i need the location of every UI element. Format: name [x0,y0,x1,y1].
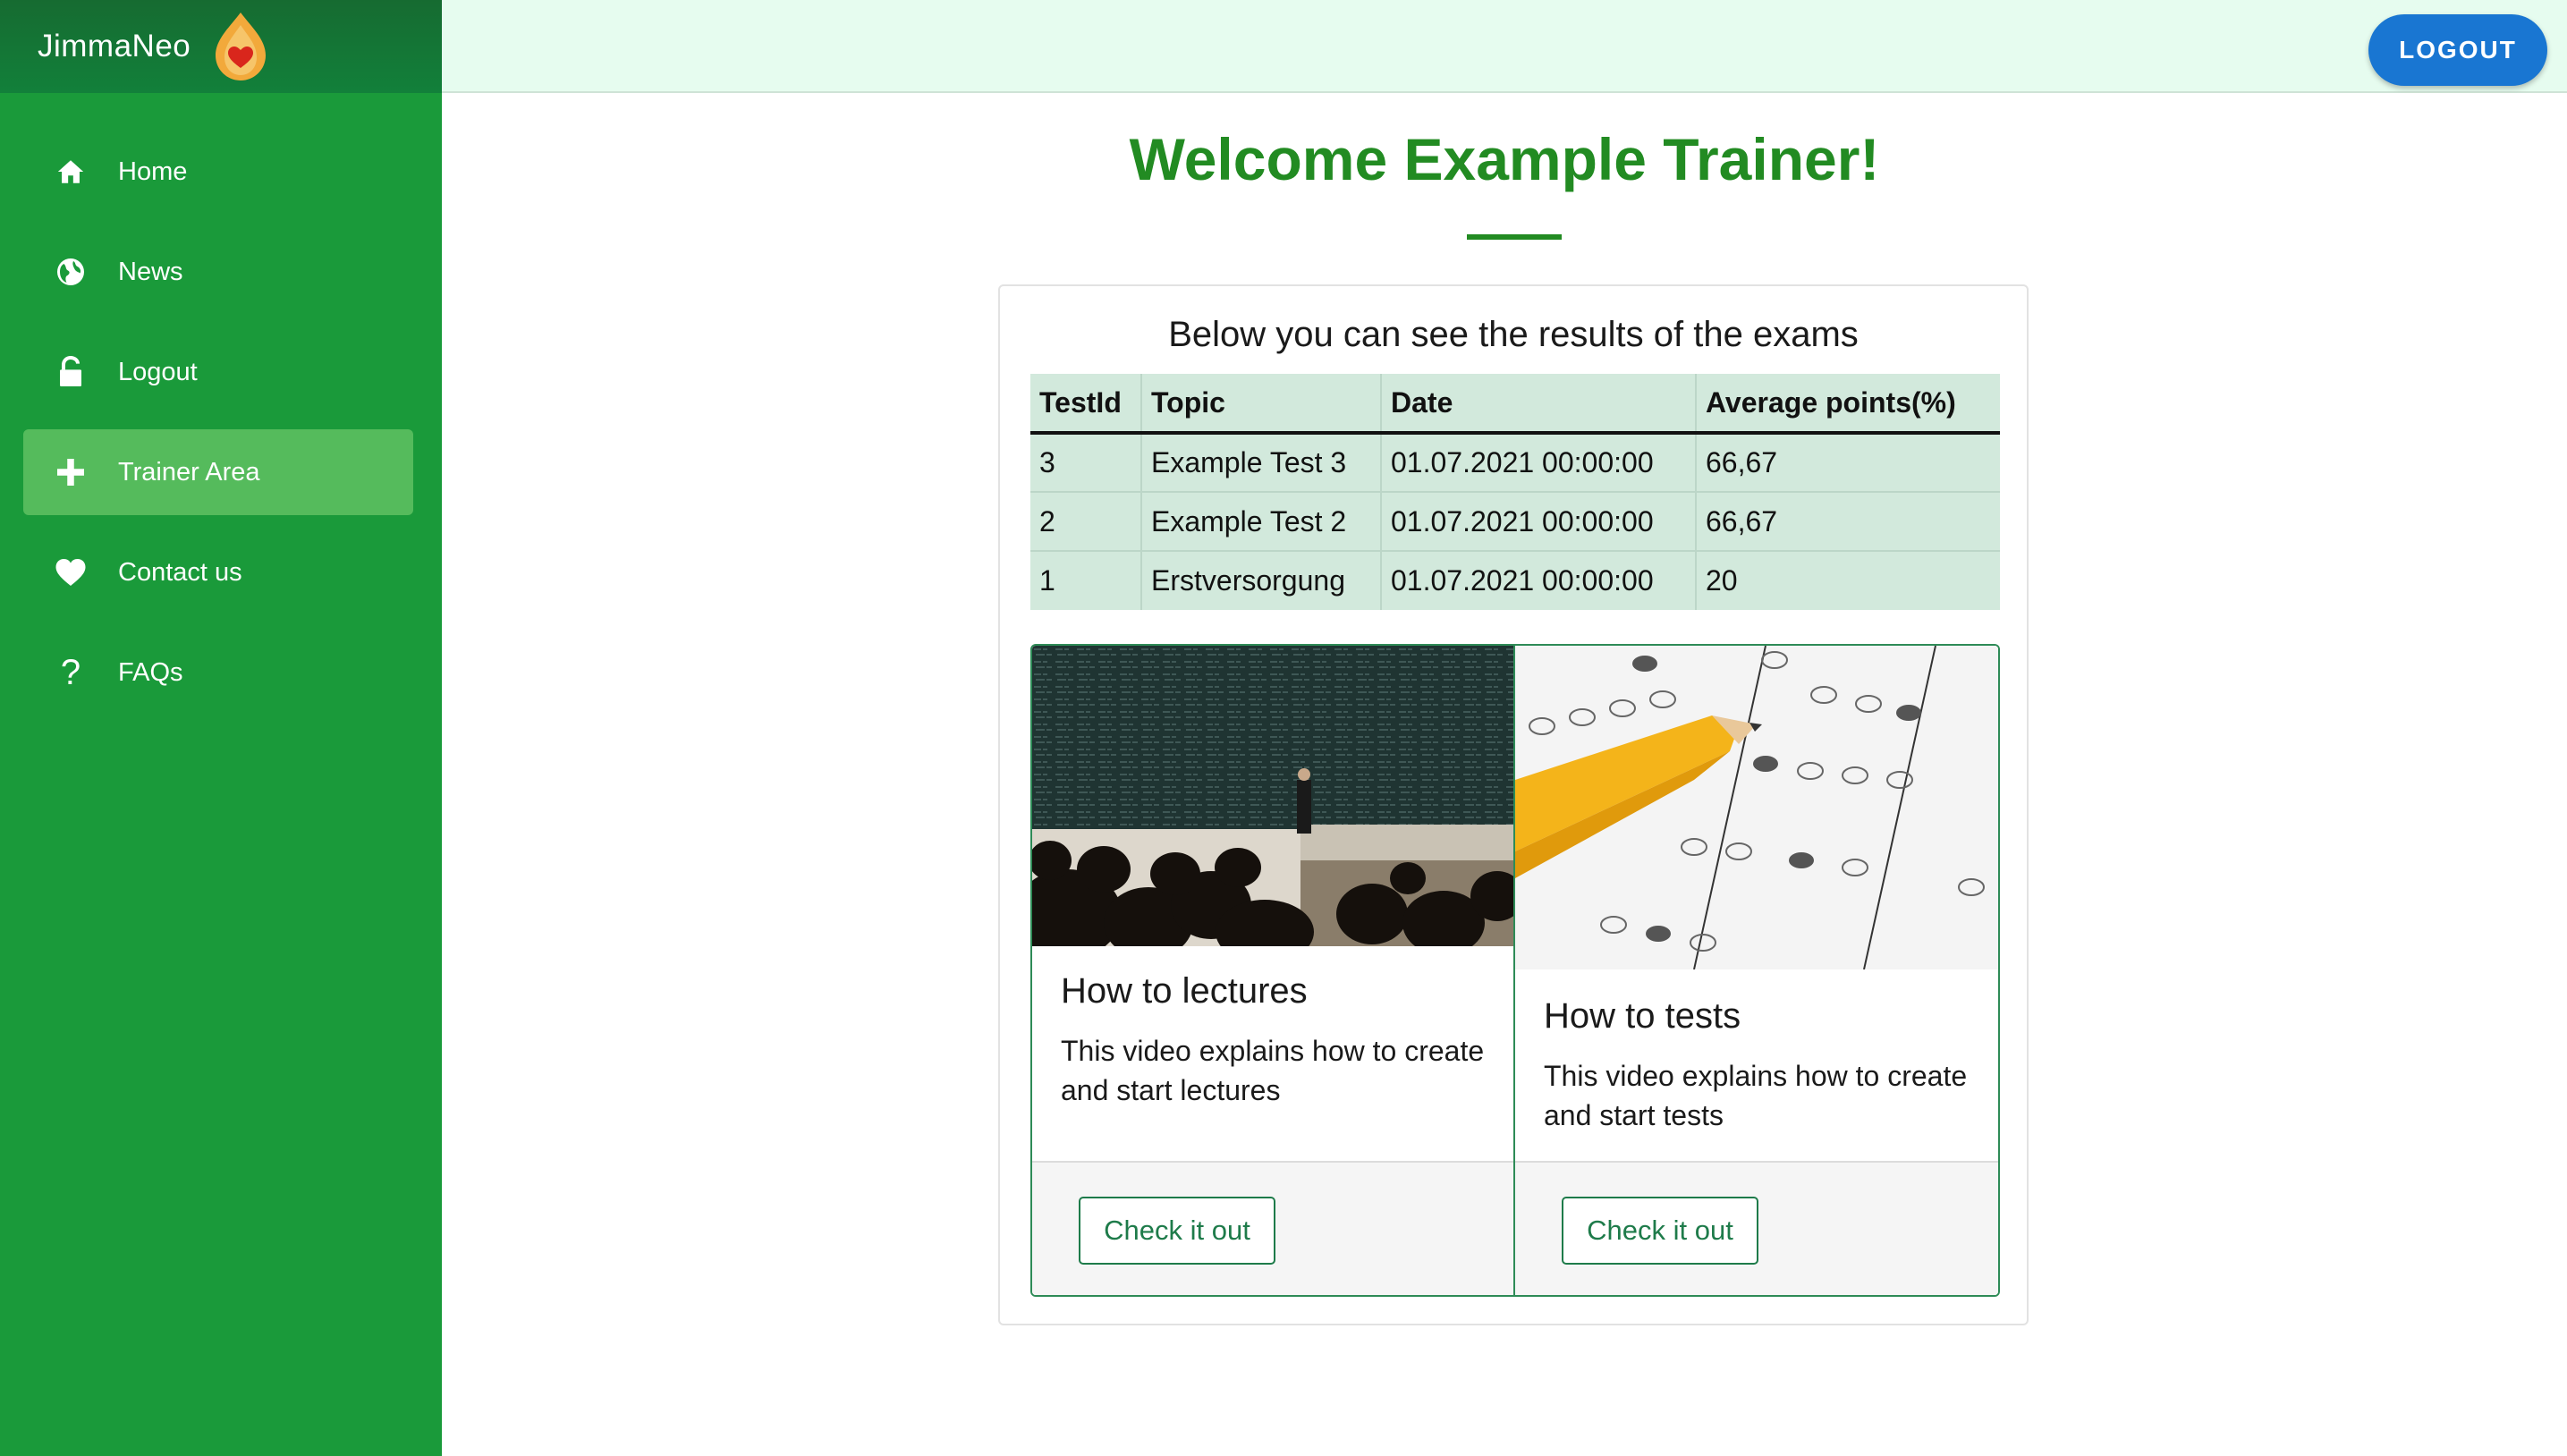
lock-icon [50,351,91,393]
table-row: 3 Example Test 3 01.07.2021 00:00:00 66,… [1030,432,2000,492]
card-title: How to tests [1544,996,1741,1036]
globe-icon [50,251,91,292]
table-cell: 01.07.2021 00:00:00 [1381,550,1697,610]
home-icon [50,151,91,192]
title-underline [1467,234,1562,240]
main-content: Welcome Example Trainer! Below you can s… [442,93,2567,1456]
sidebar-item-label: Contact us [118,557,242,587]
table-row: 2 Example Test 2 01.07.2021 00:00:00 66,… [1030,491,2000,551]
top-bar: LOGOUT [442,0,2567,93]
column-header: Topic [1141,374,1382,435]
table-cell: 66,67 [1696,491,2000,551]
table-cell: 2 [1030,491,1142,551]
answer-sheet-image [1515,646,1998,969]
card-footer: Check it out [1032,1161,1513,1295]
sidebar-item-faqs[interactable]: ? FAQs [23,630,413,715]
tutorial-cards: How to lectures This video explains how … [1030,644,2000,1297]
table-header-row: TestId Topic Date Average points(%) [1030,374,2000,435]
sidebar-item-label: Logout [118,357,198,386]
card-text: This video explains how to create and st… [1061,1035,1485,1106]
logout-button[interactable]: LOGOUT [2368,14,2547,86]
table-cell: 20 [1696,550,2000,610]
table-cell: 1 [1030,550,1142,610]
page-title: Welcome Example Trainer! [1129,126,1880,192]
brand-header: JimmaNeo [0,0,442,93]
sidebar-item-home[interactable]: Home [23,129,413,215]
check-it-out-lectures-button[interactable]: Check it out [1079,1197,1275,1265]
table-cell: 01.07.2021 00:00:00 [1381,491,1697,551]
results-table: TestId Topic Date Average points(%) 3 Ex… [1030,374,2000,610]
sidebar-item-logout[interactable]: Logout [23,329,413,415]
question-icon: ? [60,652,81,692]
sidebar-item-trainer-area[interactable]: Trainer Area [23,429,413,515]
sidebar-item-contact[interactable]: Contact us [23,529,413,615]
card-body: How to tests This video explains how to … [1544,996,1977,1135]
column-header: Date [1381,374,1697,435]
sidebar-item-label: Home [118,157,188,186]
card-title: How to lectures [1061,971,1308,1011]
sidebar-item-label: Trainer Area [118,457,260,487]
card-tests: How to tests This video explains how to … [1515,646,1998,1295]
heart-icon [50,552,91,593]
sidebar-nav: Home News Logout Trainer Area Contact us [0,93,442,715]
sidebar: JimmaNeo Home News Logout Trainer Area C… [0,0,442,1456]
logo-icon [216,13,267,80]
check-it-out-tests-button[interactable]: Check it out [1562,1197,1758,1265]
column-header: Average points(%) [1696,374,2000,435]
sidebar-item-news[interactable]: News [23,229,413,315]
card-body: How to lectures This video explains how … [1061,971,1492,1110]
table-cell: 66,67 [1696,432,2000,492]
table-cell: Example Test 2 [1141,491,1382,551]
column-header: TestId [1030,374,1142,435]
card-lectures: How to lectures This video explains how … [1032,646,1515,1295]
table-cell: 01.07.2021 00:00:00 [1381,432,1697,492]
card-footer: Check it out [1515,1161,1998,1295]
table-cell: 3 [1030,432,1142,492]
brand-name[interactable]: JimmaNeo [38,29,191,64]
table-row: 1 Erstversorgung 01.07.2021 00:00:00 20 [1030,550,2000,610]
sidebar-item-label: FAQs [118,657,183,687]
sidebar-item-label: News [118,257,183,286]
table-cell: Example Test 3 [1141,432,1382,492]
results-panel: Below you can see the results of the exa… [998,284,2029,1325]
plus-icon [50,452,91,493]
lecture-hall-image [1032,646,1513,946]
table-cell: Erstversorgung [1141,550,1382,610]
results-caption: Below you can see the results of the exa… [1168,315,1859,354]
card-text: This video explains how to create and st… [1544,1060,1968,1131]
